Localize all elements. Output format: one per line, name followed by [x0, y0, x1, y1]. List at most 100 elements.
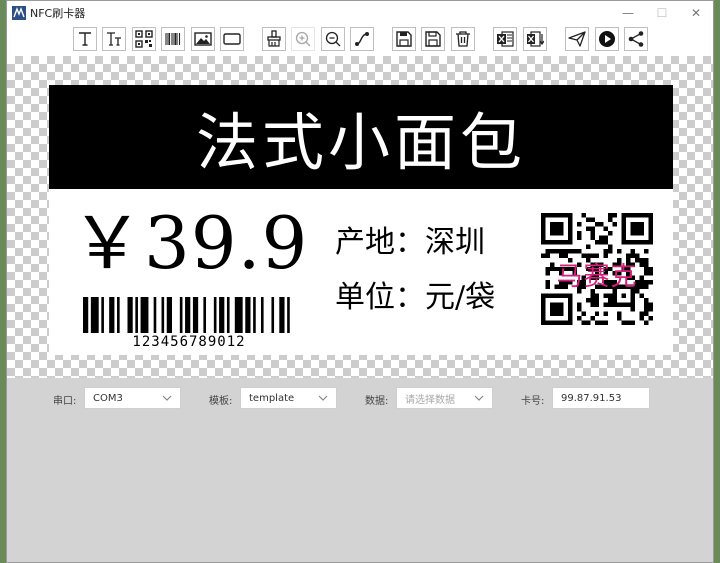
excel-export-button[interactable] — [523, 27, 547, 51]
qr-module — [603, 226, 609, 231]
origin-text[interactable]: 产地：深圳 — [335, 225, 485, 261]
play-button[interactable] — [595, 27, 619, 51]
maximize-button[interactable]: ☐ — [645, 1, 679, 25]
qr-module — [594, 239, 600, 245]
excel-export-icon — [527, 31, 544, 47]
app-logo-icon — [12, 6, 26, 20]
delete-button[interactable] — [451, 27, 475, 51]
qr-module — [608, 244, 613, 249]
rectangle-tool-button[interactable] — [220, 27, 244, 51]
design-canvas[interactable]: 法式小面包 ￥39.9 产地：深圳 单位：元/袋 123456789012 马赛… — [7, 56, 713, 378]
qr-module — [594, 320, 600, 325]
rich-text-tool-icon — [107, 32, 121, 46]
clear-brush-icon — [267, 30, 281, 47]
barcode-bar — [203, 297, 207, 333]
barcode-bar — [166, 297, 172, 333]
product-name-header[interactable]: 法式小面包 — [49, 85, 673, 189]
save-as-button[interactable] — [421, 27, 445, 51]
zoom-in-button[interactable] — [291, 27, 315, 51]
barcode-bar — [109, 297, 115, 333]
send-icon — [568, 31, 586, 47]
qr-module — [603, 320, 609, 325]
qr-module — [603, 293, 609, 299]
path-tool-button[interactable] — [350, 27, 374, 51]
zoom-out-button[interactable] — [321, 27, 345, 51]
unit-text[interactable]: 单位：元/袋 — [335, 280, 495, 316]
window-title: NFC刷卡器 — [30, 7, 86, 20]
play-icon — [599, 31, 615, 47]
rich-text-tool-button[interactable] — [102, 27, 126, 51]
qr-module — [572, 248, 577, 254]
data-select[interactable]: 请选择数据 — [396, 387, 493, 409]
save-icon — [396, 31, 412, 47]
qr-module — [590, 302, 595, 308]
chevron-down-icon — [162, 395, 172, 401]
qr-module — [590, 230, 595, 236]
barcode-image[interactable] — [83, 297, 295, 333]
qr-module — [608, 298, 613, 303]
qr-module — [630, 320, 636, 325]
qr-module — [585, 320, 591, 325]
barcode-tool-button[interactable] — [161, 27, 185, 51]
excel-import-icon — [497, 31, 514, 47]
qr-module — [630, 307, 636, 312]
save-as-icon — [425, 31, 441, 47]
qr-module — [585, 244, 591, 249]
text-tool-button[interactable] — [73, 27, 97, 51]
price-label[interactable]: 法式小面包 ￥39.9 产地：深圳 单位：元/袋 123456789012 马赛… — [49, 85, 673, 355]
qrcode-tool-button[interactable] — [132, 27, 156, 51]
save-button[interactable] — [392, 27, 416, 51]
card-number-input[interactable]: 99.87.91.53 — [552, 387, 650, 409]
barcode-bar — [271, 297, 275, 333]
clear-brush-button[interactable] — [262, 27, 286, 51]
qr-module — [644, 248, 649, 254]
qr-module — [603, 235, 609, 240]
barcode-bar — [287, 297, 290, 333]
qr-module — [608, 248, 613, 254]
qr-module — [590, 235, 595, 240]
qr-module — [644, 311, 649, 317]
qr-module — [590, 298, 595, 303]
qr-module — [603, 302, 609, 308]
qr-module — [608, 293, 613, 299]
data-label: 数据: — [365, 396, 389, 407]
barcode-number: 123456789012 — [132, 334, 246, 350]
qr-module — [617, 311, 622, 317]
qr-module — [590, 316, 595, 321]
image-tool-button[interactable] — [191, 27, 215, 51]
barcode-bar — [101, 297, 104, 333]
qr-module — [590, 217, 595, 222]
close-button[interactable]: ✕ — [679, 1, 713, 25]
qr-module — [585, 217, 591, 222]
qr-module — [630, 248, 636, 254]
minimize-button[interactable]: — — [611, 1, 645, 25]
qr-module — [549, 248, 555, 254]
barcode-bar — [117, 297, 120, 333]
qr-module — [621, 293, 627, 299]
qr-module — [639, 293, 645, 299]
template-select[interactable]: template — [240, 387, 337, 409]
price-text[interactable]: ￥39.9 — [71, 201, 308, 285]
qr-module — [545, 248, 550, 254]
qr-module — [603, 248, 609, 254]
qr-module — [639, 316, 645, 321]
share-button[interactable] — [624, 27, 648, 51]
qr-module — [594, 298, 600, 303]
qr-module — [608, 230, 613, 236]
qr-module — [644, 307, 649, 312]
qr-module — [603, 239, 609, 245]
excel-import-button[interactable] — [493, 27, 517, 51]
qr-module — [630, 221, 645, 236]
qr-module — [648, 302, 653, 308]
qr-module — [581, 320, 586, 325]
qr-module — [563, 248, 568, 254]
qr-module — [594, 293, 600, 299]
zoom-in-icon — [295, 31, 311, 47]
qr-module — [648, 307, 653, 312]
image-tool-icon — [194, 32, 212, 46]
qrcode-tool-icon — [135, 30, 153, 48]
chevron-down-icon — [318, 395, 328, 401]
qr-module — [576, 302, 582, 308]
send-button[interactable] — [565, 27, 589, 51]
port-select[interactable]: COM3 — [84, 387, 181, 409]
